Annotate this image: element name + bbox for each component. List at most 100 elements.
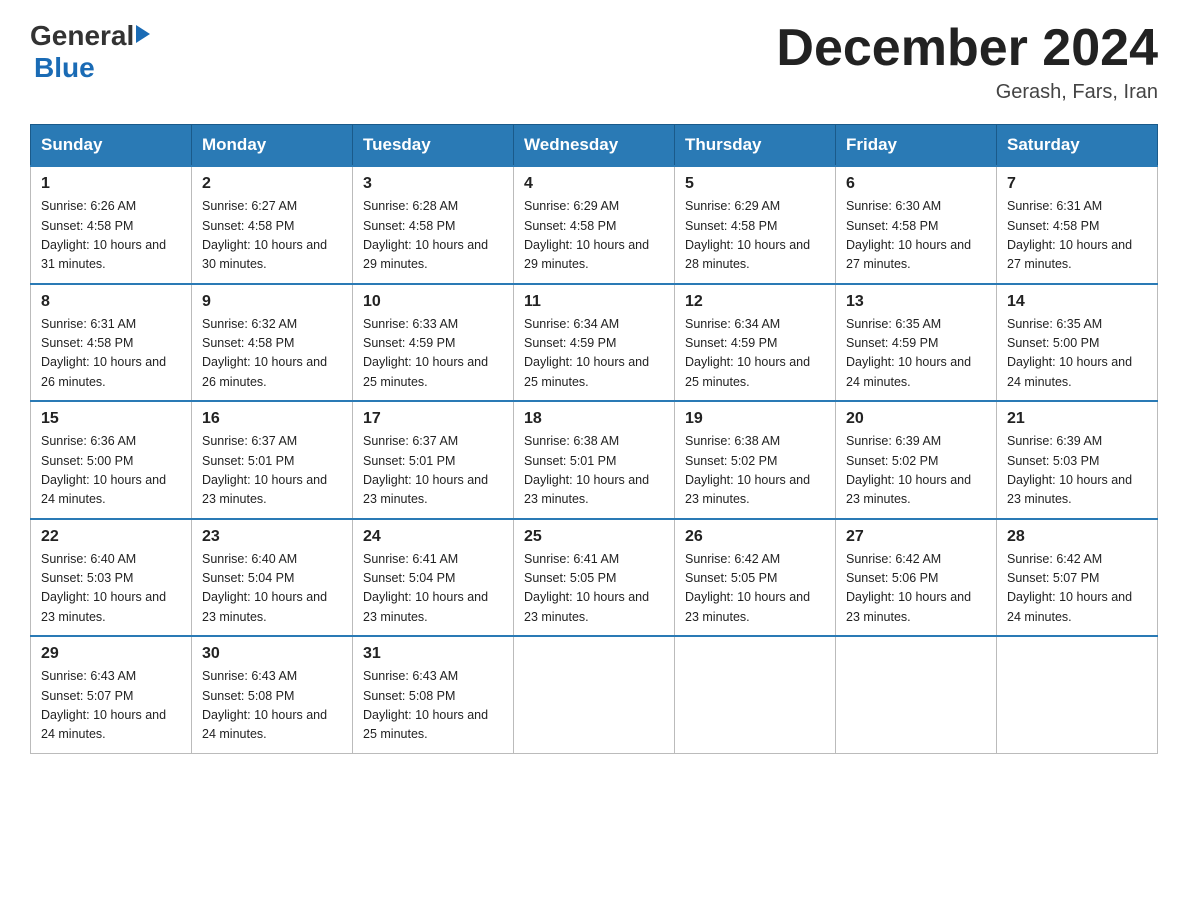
day-info: Sunrise: 6:36 AM Sunset: 5:00 PM Dayligh… — [41, 432, 181, 510]
table-row: 14 Sunrise: 6:35 AM Sunset: 5:00 PM Dayl… — [997, 284, 1158, 402]
day-info: Sunrise: 6:39 AM Sunset: 5:03 PM Dayligh… — [1007, 432, 1147, 510]
table-row: 28 Sunrise: 6:42 AM Sunset: 5:07 PM Dayl… — [997, 519, 1158, 637]
day-number: 25 — [524, 528, 664, 546]
table-row — [997, 636, 1158, 753]
table-row: 7 Sunrise: 6:31 AM Sunset: 4:58 PM Dayli… — [997, 166, 1158, 284]
day-info: Sunrise: 6:28 AM Sunset: 4:58 PM Dayligh… — [363, 197, 503, 275]
day-number: 9 — [202, 293, 342, 311]
day-info: Sunrise: 6:30 AM Sunset: 4:58 PM Dayligh… — [846, 197, 986, 275]
page-header: General Blue December 2024 Gerash, Fars,… — [30, 20, 1158, 104]
table-row: 19 Sunrise: 6:38 AM Sunset: 5:02 PM Dayl… — [675, 401, 836, 519]
table-row: 26 Sunrise: 6:42 AM Sunset: 5:05 PM Dayl… — [675, 519, 836, 637]
day-info: Sunrise: 6:40 AM Sunset: 5:03 PM Dayligh… — [41, 550, 181, 628]
day-number: 3 — [363, 175, 503, 193]
day-number: 28 — [1007, 528, 1147, 546]
day-number: 1 — [41, 175, 181, 193]
table-row: 15 Sunrise: 6:36 AM Sunset: 5:00 PM Dayl… — [31, 401, 192, 519]
day-number: 23 — [202, 528, 342, 546]
calendar-week-row: 1 Sunrise: 6:26 AM Sunset: 4:58 PM Dayli… — [31, 166, 1158, 284]
day-number: 27 — [846, 528, 986, 546]
day-info: Sunrise: 6:42 AM Sunset: 5:05 PM Dayligh… — [685, 550, 825, 628]
table-row: 6 Sunrise: 6:30 AM Sunset: 4:58 PM Dayli… — [836, 166, 997, 284]
table-row: 16 Sunrise: 6:37 AM Sunset: 5:01 PM Dayl… — [192, 401, 353, 519]
day-number: 21 — [1007, 410, 1147, 428]
table-row — [836, 636, 997, 753]
day-info: Sunrise: 6:41 AM Sunset: 5:05 PM Dayligh… — [524, 550, 664, 628]
day-info: Sunrise: 6:34 AM Sunset: 4:59 PM Dayligh… — [524, 315, 664, 393]
day-info: Sunrise: 6:35 AM Sunset: 5:00 PM Dayligh… — [1007, 315, 1147, 393]
day-info: Sunrise: 6:41 AM Sunset: 5:04 PM Dayligh… — [363, 550, 503, 628]
day-number: 15 — [41, 410, 181, 428]
table-row: 22 Sunrise: 6:40 AM Sunset: 5:03 PM Dayl… — [31, 519, 192, 637]
col-header-friday: Friday — [836, 125, 997, 167]
day-info: Sunrise: 6:29 AM Sunset: 4:58 PM Dayligh… — [685, 197, 825, 275]
day-number: 10 — [363, 293, 503, 311]
table-row: 17 Sunrise: 6:37 AM Sunset: 5:01 PM Dayl… — [353, 401, 514, 519]
table-row: 13 Sunrise: 6:35 AM Sunset: 4:59 PM Dayl… — [836, 284, 997, 402]
col-header-saturday: Saturday — [997, 125, 1158, 167]
day-number: 29 — [41, 645, 181, 663]
calendar-table: SundayMondayTuesdayWednesdayThursdayFrid… — [30, 124, 1158, 754]
day-info: Sunrise: 6:38 AM Sunset: 5:02 PM Dayligh… — [685, 432, 825, 510]
day-number: 17 — [363, 410, 503, 428]
day-info: Sunrise: 6:37 AM Sunset: 5:01 PM Dayligh… — [202, 432, 342, 510]
day-info: Sunrise: 6:35 AM Sunset: 4:59 PM Dayligh… — [846, 315, 986, 393]
table-row: 12 Sunrise: 6:34 AM Sunset: 4:59 PM Dayl… — [675, 284, 836, 402]
day-number: 24 — [363, 528, 503, 546]
location-subtitle: Gerash, Fars, Iran — [776, 81, 1158, 104]
table-row: 1 Sunrise: 6:26 AM Sunset: 4:58 PM Dayli… — [31, 166, 192, 284]
table-row: 10 Sunrise: 6:33 AM Sunset: 4:59 PM Dayl… — [353, 284, 514, 402]
table-row: 20 Sunrise: 6:39 AM Sunset: 5:02 PM Dayl… — [836, 401, 997, 519]
day-number: 18 — [524, 410, 664, 428]
day-info: Sunrise: 6:43 AM Sunset: 5:07 PM Dayligh… — [41, 667, 181, 745]
table-row: 8 Sunrise: 6:31 AM Sunset: 4:58 PM Dayli… — [31, 284, 192, 402]
day-info: Sunrise: 6:38 AM Sunset: 5:01 PM Dayligh… — [524, 432, 664, 510]
table-row — [514, 636, 675, 753]
day-number: 31 — [363, 645, 503, 663]
table-row — [675, 636, 836, 753]
table-row: 30 Sunrise: 6:43 AM Sunset: 5:08 PM Dayl… — [192, 636, 353, 753]
table-row: 5 Sunrise: 6:29 AM Sunset: 4:58 PM Dayli… — [675, 166, 836, 284]
logo: General Blue — [30, 20, 150, 84]
day-info: Sunrise: 6:40 AM Sunset: 5:04 PM Dayligh… — [202, 550, 342, 628]
col-header-monday: Monday — [192, 125, 353, 167]
day-number: 2 — [202, 175, 342, 193]
table-row: 31 Sunrise: 6:43 AM Sunset: 5:08 PM Dayl… — [353, 636, 514, 753]
table-row: 9 Sunrise: 6:32 AM Sunset: 4:58 PM Dayli… — [192, 284, 353, 402]
day-info: Sunrise: 6:27 AM Sunset: 4:58 PM Dayligh… — [202, 197, 342, 275]
day-number: 11 — [524, 293, 664, 311]
table-row: 4 Sunrise: 6:29 AM Sunset: 4:58 PM Dayli… — [514, 166, 675, 284]
day-info: Sunrise: 6:32 AM Sunset: 4:58 PM Dayligh… — [202, 315, 342, 393]
day-number: 8 — [41, 293, 181, 311]
day-info: Sunrise: 6:26 AM Sunset: 4:58 PM Dayligh… — [41, 197, 181, 275]
calendar-week-row: 29 Sunrise: 6:43 AM Sunset: 5:07 PM Dayl… — [31, 636, 1158, 753]
day-number: 5 — [685, 175, 825, 193]
day-info: Sunrise: 6:37 AM Sunset: 5:01 PM Dayligh… — [363, 432, 503, 510]
day-info: Sunrise: 6:34 AM Sunset: 4:59 PM Dayligh… — [685, 315, 825, 393]
day-info: Sunrise: 6:31 AM Sunset: 4:58 PM Dayligh… — [41, 315, 181, 393]
title-block: December 2024 Gerash, Fars, Iran — [776, 20, 1158, 104]
logo-general-text: General — [30, 20, 134, 52]
calendar-week-row: 8 Sunrise: 6:31 AM Sunset: 4:58 PM Dayli… — [31, 284, 1158, 402]
col-header-sunday: Sunday — [31, 125, 192, 167]
table-row: 11 Sunrise: 6:34 AM Sunset: 4:59 PM Dayl… — [514, 284, 675, 402]
table-row: 21 Sunrise: 6:39 AM Sunset: 5:03 PM Dayl… — [997, 401, 1158, 519]
day-info: Sunrise: 6:33 AM Sunset: 4:59 PM Dayligh… — [363, 315, 503, 393]
table-row: 23 Sunrise: 6:40 AM Sunset: 5:04 PM Dayl… — [192, 519, 353, 637]
day-number: 20 — [846, 410, 986, 428]
day-number: 26 — [685, 528, 825, 546]
day-number: 4 — [524, 175, 664, 193]
month-title: December 2024 — [776, 20, 1158, 77]
day-number: 7 — [1007, 175, 1147, 193]
calendar-week-row: 22 Sunrise: 6:40 AM Sunset: 5:03 PM Dayl… — [31, 519, 1158, 637]
day-info: Sunrise: 6:42 AM Sunset: 5:06 PM Dayligh… — [846, 550, 986, 628]
day-number: 22 — [41, 528, 181, 546]
logo-triangle-icon — [136, 25, 150, 43]
day-number: 16 — [202, 410, 342, 428]
col-header-wednesday: Wednesday — [514, 125, 675, 167]
day-number: 12 — [685, 293, 825, 311]
day-number: 13 — [846, 293, 986, 311]
col-header-tuesday: Tuesday — [353, 125, 514, 167]
calendar-week-row: 15 Sunrise: 6:36 AM Sunset: 5:00 PM Dayl… — [31, 401, 1158, 519]
day-info: Sunrise: 6:43 AM Sunset: 5:08 PM Dayligh… — [202, 667, 342, 745]
